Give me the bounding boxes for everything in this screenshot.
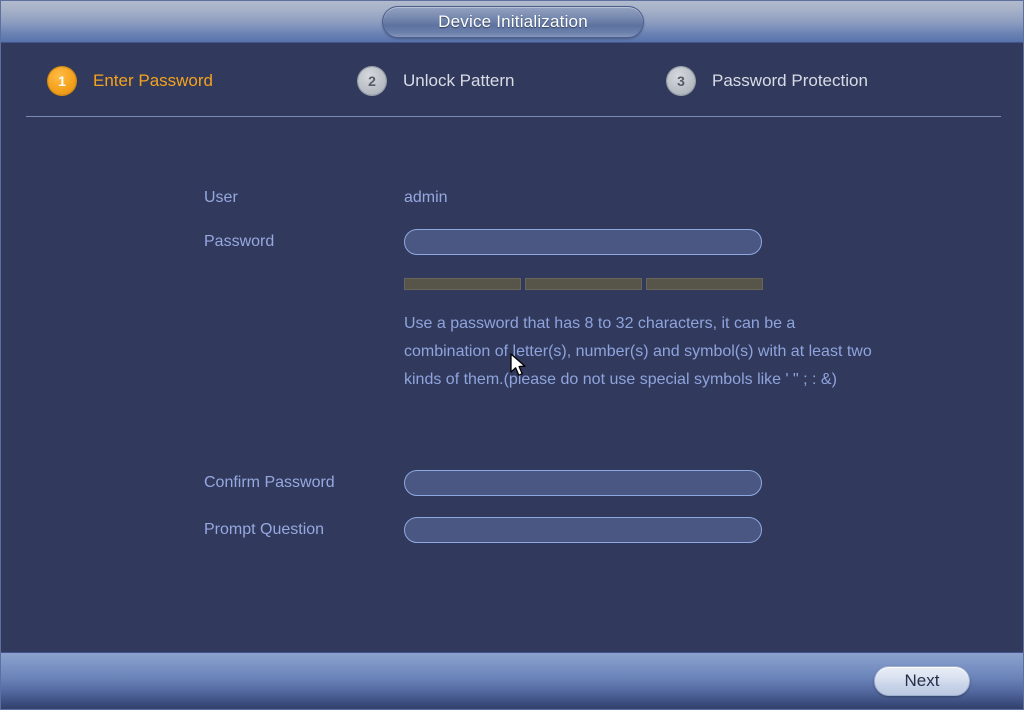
wizard-step-enter-password[interactable]: 1 Enter Password <box>48 44 213 117</box>
wizard-steps: 1 Enter Password 2 Unlock Pattern 3 Pass… <box>1 44 1023 117</box>
window-footer <box>1 652 1023 709</box>
confirm-password-label: Confirm Password <box>204 474 335 491</box>
window-titlebar: Device Initialization <box>1 1 1023 43</box>
next-button[interactable]: Next <box>874 666 970 696</box>
password-label: Password <box>204 233 275 250</box>
user-label: User <box>204 189 238 206</box>
prompt-question-label: Prompt Question <box>204 521 325 538</box>
prompt-question-row: Prompt Question <box>204 517 762 543</box>
wizard-step-password-protection[interactable]: 3 Password Protection <box>667 44 868 117</box>
wizard-step-unlock-pattern[interactable]: 2 Unlock Pattern <box>358 44 515 117</box>
password-requirements-hint: Use a password that has 8 to 32 characte… <box>404 315 872 388</box>
step-3-label: Password Protection <box>712 70 868 90</box>
step-2-badge-icon: 2 <box>358 66 386 95</box>
confirm-password-row: Confirm Password <box>204 470 762 496</box>
user-row: User admin <box>204 189 448 207</box>
password-strength-meter <box>404 278 764 290</box>
password-row: Password <box>204 229 762 255</box>
window-title-pill: Device Initialization <box>382 6 644 38</box>
password-input[interactable] <box>404 229 762 255</box>
strength-segment-1 <box>404 278 521 290</box>
prompt-question-input[interactable] <box>404 517 762 543</box>
step-2-label: Unlock Pattern <box>403 70 515 90</box>
confirm-password-input[interactable] <box>404 470 762 496</box>
strength-segment-2 <box>525 278 642 290</box>
step-1-label: Enter Password <box>93 70 213 90</box>
page-title: Device Initialization <box>438 12 588 31</box>
step-1-badge-icon: 1 <box>48 66 76 95</box>
device-initialization-window: Device Initialization 1 Enter Password 2… <box>0 0 1024 710</box>
initialization-form: User admin Password Use a password that … <box>1 117 1023 652</box>
user-value: admin <box>404 189 448 206</box>
step-3-badge-icon: 3 <box>667 66 695 95</box>
strength-segment-3 <box>646 278 763 290</box>
